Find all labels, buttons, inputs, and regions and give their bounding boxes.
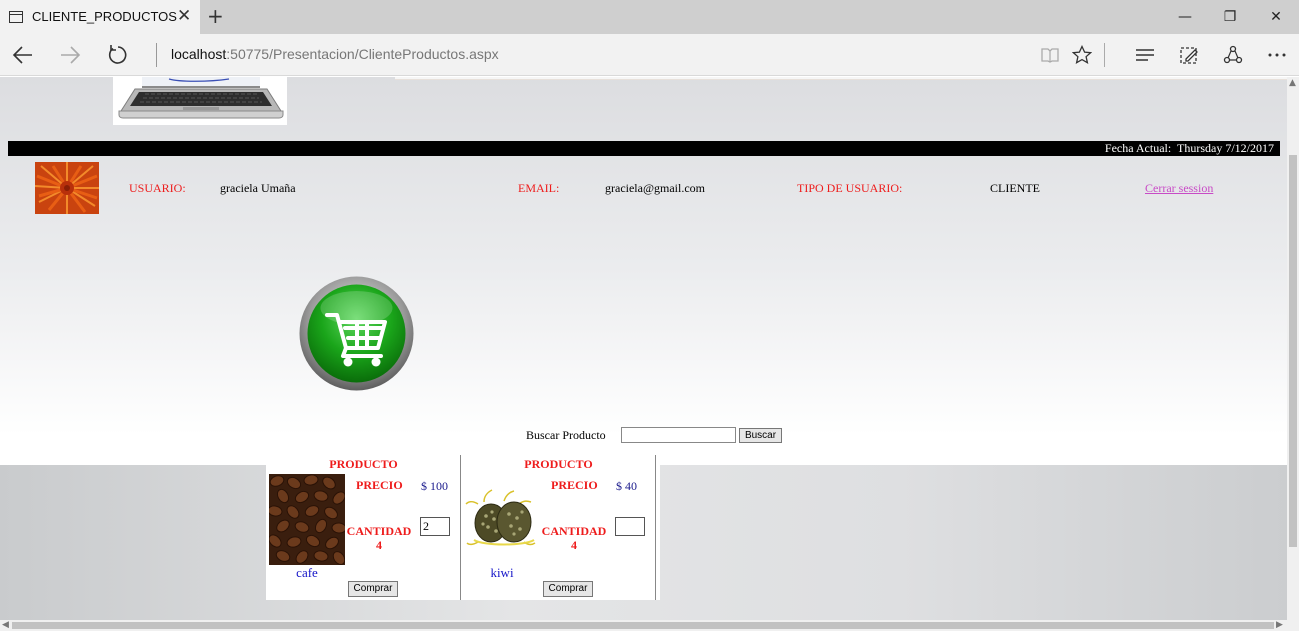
- stock-value: 4: [376, 538, 382, 552]
- quantity-input[interactable]: [615, 517, 645, 536]
- tipo-usuario-label: TIPO DE USUARIO:: [797, 181, 903, 195]
- search-label: Buscar Producto: [526, 428, 606, 442]
- product-price: $ 100: [421, 479, 448, 493]
- product-name: cafe: [296, 565, 318, 580]
- back-icon[interactable]: [8, 40, 38, 70]
- product-card-kiwi: PRODUCTO PRECIO $ 40 CANTIDAD 4 kiwi Com…: [461, 455, 656, 600]
- product-title: PRODUCTO: [524, 457, 593, 471]
- forward-icon[interactable]: [55, 40, 85, 70]
- email-label: EMAIL:: [518, 181, 560, 195]
- minimize-icon[interactable]: —: [1162, 4, 1208, 30]
- page-viewport: Fecha Actual: Thursday 7/12/2017 USUARIO…: [0, 77, 1287, 620]
- usuario-value: graciela Umaña: [220, 181, 296, 195]
- restore-icon[interactable]: ❐: [1207, 4, 1253, 30]
- usuario-label: USUARIO:: [129, 181, 186, 195]
- scroll-up-icon[interactable]: ▲: [1289, 78, 1296, 88]
- web-note-icon[interactable]: [1174, 40, 1204, 70]
- search-input[interactable]: [621, 427, 736, 443]
- horizontal-scrollbar[interactable]: ◀ ▶: [0, 620, 1299, 631]
- date-label: Fecha Actual:: [1104, 141, 1172, 155]
- url-field[interactable]: localhost:50775/Presentacion/ClienteProd…: [171, 46, 499, 62]
- vertical-scrollbar[interactable]: ▲: [1287, 77, 1299, 620]
- logout-link[interactable]: Cerrar session: [1145, 181, 1213, 196]
- shopping-cart-icon[interactable]: [299, 276, 414, 391]
- new-tab-icon[interactable]: +: [207, 4, 224, 28]
- more-icon[interactable]: [1262, 40, 1292, 70]
- product-name: kiwi: [490, 565, 514, 580]
- cantidad-label: CANTIDAD: [541, 524, 607, 538]
- scroll-right-icon[interactable]: ▶: [1276, 620, 1283, 630]
- cantidad-label: CANTIDAD: [346, 524, 412, 538]
- product-title: PRODUCTO: [329, 457, 398, 471]
- favorite-star-icon[interactable]: [1067, 40, 1097, 70]
- tab-close-icon[interactable]: ✕: [177, 6, 191, 26]
- user-avatar: [35, 162, 99, 214]
- scroll-left-icon[interactable]: ◀: [2, 620, 9, 630]
- stock-value: 4: [571, 538, 577, 552]
- url-separator: [156, 43, 157, 67]
- precio-label: PRECIO: [356, 478, 403, 492]
- product-card-cafe: PRODUCTO PRECIO $ 100 CANTIDAD 4 2 cafe …: [266, 455, 461, 600]
- precio-label: PRECIO: [551, 478, 598, 492]
- date-bar: Fecha Actual: Thursday 7/12/2017: [8, 141, 1280, 156]
- share-icon[interactable]: [1218, 40, 1248, 70]
- address-bar: localhost:50775/Presentacion/ClienteProd…: [0, 34, 1299, 76]
- date-value: Thursday 7/12/2017: [1177, 141, 1274, 155]
- product-price: $ 40: [616, 479, 637, 493]
- close-window-icon[interactable]: ✕: [1253, 4, 1299, 30]
- vertical-scroll-thumb[interactable]: [1289, 155, 1297, 547]
- tipo-usuario-value: CLIENTE: [990, 181, 1040, 195]
- horizontal-scroll-thumb[interactable]: [12, 622, 1274, 629]
- laptop-logo-image: [113, 77, 287, 125]
- page-icon: [9, 11, 23, 23]
- cantidad-block: CANTIDAD 4: [346, 524, 412, 552]
- banner-strip: [395, 77, 1287, 80]
- quantity-input[interactable]: [420, 517, 450, 536]
- url-path: :50775/Presentacion/ClienteProductos.asp…: [226, 46, 499, 62]
- toolbar-separator: [1104, 43, 1105, 67]
- cantidad-block: CANTIDAD 4: [541, 524, 607, 552]
- reading-view-icon[interactable]: [1035, 40, 1065, 70]
- coffee-beans-image: [267, 474, 347, 565]
- email-value: graciela@gmail.com: [605, 181, 706, 195]
- hub-icon[interactable]: [1130, 40, 1160, 70]
- buy-button[interactable]: Comprar: [543, 581, 593, 597]
- url-host: localhost: [171, 46, 227, 62]
- tab-title: CLIENTE_PRODUCTOS: [32, 9, 177, 24]
- kiwi-image: [464, 474, 540, 565]
- browser-tab[interactable]: CLIENTE_PRODUCTOS ✕: [0, 0, 200, 34]
- refresh-icon[interactable]: [103, 40, 133, 70]
- tab-bar: CLIENTE_PRODUCTOS ✕ + — ❐ ✕: [0, 0, 1299, 34]
- product-divider: [655, 455, 656, 600]
- search-button[interactable]: Buscar: [739, 428, 782, 443]
- buy-button[interactable]: Comprar: [348, 581, 398, 597]
- product-list: PRODUCTO PRECIO $ 100 CANTIDAD 4 2 cafe …: [266, 455, 660, 600]
